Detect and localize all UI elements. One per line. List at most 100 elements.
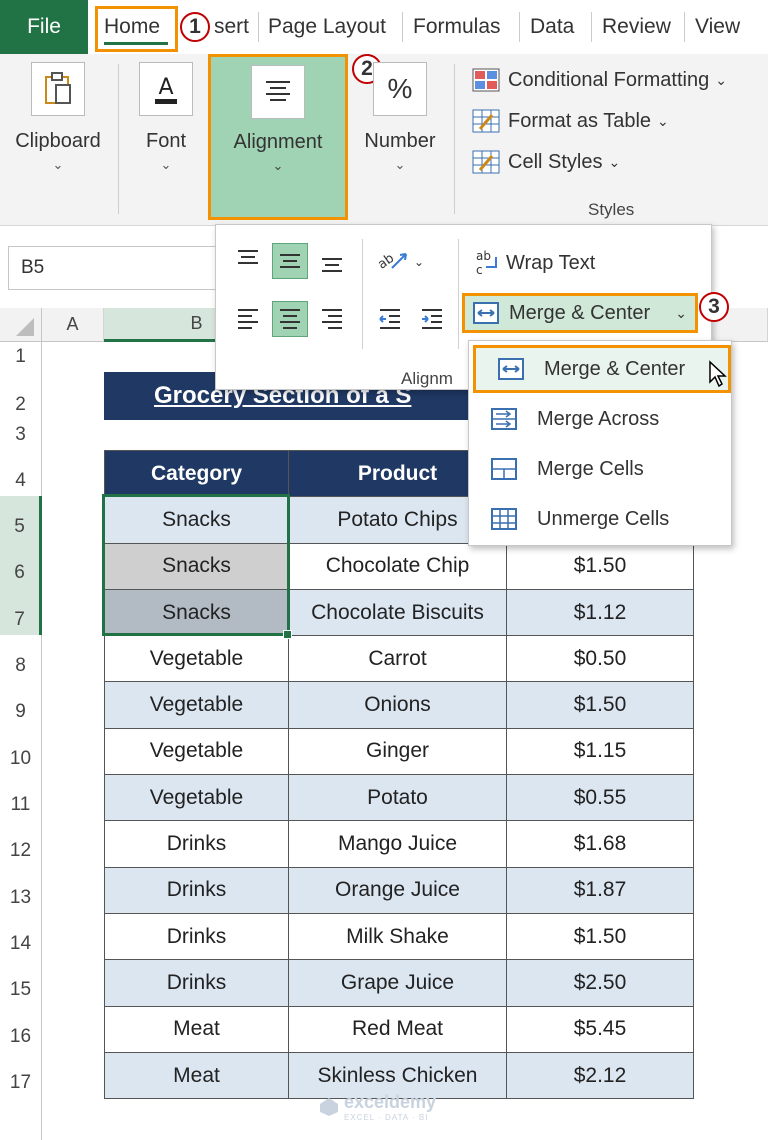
conditional-formatting-button[interactable]: Conditional Formatting ⌄ [472, 64, 727, 96]
table-cell[interactable]: Vegetable [104, 635, 289, 683]
table-cell[interactable]: Vegetable [104, 681, 289, 729]
middle-align-icon[interactable] [272, 243, 308, 279]
align-left-icon[interactable] [230, 301, 266, 337]
tab-formulas[interactable]: Formulas [413, 0, 501, 54]
row-header[interactable]: 12 [0, 820, 42, 866]
cell-styles-button[interactable]: Cell Styles ⌄ [472, 146, 620, 178]
group-separator [118, 64, 119, 214]
table-cell[interactable]: $1.12 [506, 588, 694, 637]
bottom-align-icon[interactable] [314, 243, 350, 279]
format-as-table-button[interactable]: Format as Table ⌄ [472, 105, 669, 137]
table-cell[interactable]: $1.15 [506, 727, 694, 776]
grocery-table: Category Product Snacks Potato Chips Sna… [104, 449, 694, 1100]
table-cell[interactable]: $5.45 [506, 1005, 694, 1053]
menu-item-merge-across[interactable]: Merge Across [469, 395, 733, 443]
row-header[interactable]: 7 [0, 588, 42, 635]
svg-text:ab: ab [376, 251, 397, 273]
tab-data[interactable]: Data [530, 0, 574, 54]
tab-insert[interactable]: sert [214, 0, 249, 54]
table-cell[interactable]: Mango Juice [288, 820, 507, 868]
row-header[interactable]: 6 [0, 542, 42, 588]
table-cell[interactable]: Meat [104, 1051, 289, 1100]
row-header[interactable]: 11 [0, 774, 42, 820]
row-header[interactable]: 16 [0, 1005, 42, 1052]
decrease-indent-icon[interactable] [372, 301, 408, 337]
chevron-down-icon: ⌄ [272, 158, 284, 173]
menu-item-merge-cells[interactable]: Merge Cells [469, 445, 733, 493]
alignment-group[interactable]: Alignment ⌄ [208, 54, 348, 220]
row-header[interactable]: 10 [0, 727, 42, 774]
wrap-text-button[interactable]: ab c Wrap Text [474, 249, 595, 277]
tab-file[interactable]: File [0, 0, 88, 54]
table-cell[interactable]: Drinks [104, 820, 289, 868]
align-right-icon[interactable] [314, 301, 350, 337]
table-cell[interactable]: $0.55 [506, 774, 694, 822]
font-group[interactable]: A Font ⌄ [130, 54, 202, 173]
table-cell[interactable]: Snacks [104, 588, 289, 637]
row-header[interactable]: 3 [0, 420, 42, 450]
table-cell[interactable]: $1.50 [506, 681, 694, 729]
table-cell[interactable]: $1.50 [506, 912, 694, 961]
chevron-down-icon: ⌄ [394, 157, 406, 172]
row-header[interactable]: 4 [0, 450, 42, 496]
table-cell[interactable]: Ginger [288, 727, 507, 776]
merge-center-icon [473, 302, 499, 324]
table-cell[interactable]: Onions [288, 681, 507, 729]
tab-review[interactable]: Review [602, 0, 671, 54]
table-cell[interactable]: Milk Shake [288, 912, 507, 961]
number-group[interactable]: % Number ⌄ [356, 54, 444, 173]
table-cell[interactable]: $1.87 [506, 866, 694, 914]
row-header[interactable]: 15 [0, 959, 42, 1005]
conditional-formatting-label: Conditional Formatting [508, 68, 710, 91]
format-as-table-label: Format as Table [508, 109, 652, 132]
fill-handle[interactable] [283, 630, 292, 639]
row-header[interactable]: 8 [0, 635, 42, 681]
table-cell[interactable]: Grape Juice [288, 959, 507, 1007]
table-cell[interactable]: Vegetable [104, 774, 289, 822]
table-cell[interactable]: Drinks [104, 959, 289, 1007]
top-align-icon[interactable] [230, 243, 266, 279]
table-cell[interactable]: Chocolate Biscuits [288, 588, 507, 637]
table-cell[interactable]: $0.50 [506, 635, 694, 683]
table-cell[interactable]: $1.50 [506, 542, 694, 590]
table-row: Meat Red Meat $5.45 [104, 1005, 694, 1053]
table-cell[interactable]: Snacks [104, 496, 289, 544]
exceldemy-logo-icon [320, 1098, 338, 1116]
chevron-down-icon: ⌄ [160, 157, 172, 172]
table-cell[interactable]: Carrot [288, 635, 507, 683]
row-header[interactable]: 17 [0, 1052, 42, 1098]
table-cell[interactable]: $2.50 [506, 959, 694, 1007]
clipboard-group[interactable]: Clipboard ⌄ [8, 54, 108, 173]
alignment-group-label: Alignm [401, 369, 453, 388]
select-all-corner[interactable] [0, 308, 42, 342]
increase-indent-icon[interactable] [414, 301, 450, 337]
table-cell[interactable]: Snacks [104, 542, 289, 590]
table-cell[interactable]: Potato [288, 774, 507, 822]
table-cell[interactable]: Chocolate Chip [288, 542, 507, 590]
row-header[interactable]: 2 [0, 372, 42, 420]
row-header[interactable]: 9 [0, 681, 42, 727]
row-header[interactable]: 14 [0, 913, 42, 959]
row-header[interactable]: 13 [0, 866, 42, 913]
row-header[interactable]: 5 [0, 496, 42, 542]
align-center-icon[interactable] [272, 301, 308, 337]
name-box[interactable]: B5 [8, 246, 218, 290]
header-category[interactable]: Category [104, 449, 289, 498]
tab-page-layout[interactable]: Page Layout [268, 0, 386, 54]
table-cell[interactable]: Drinks [104, 912, 289, 961]
table-cell[interactable]: Red Meat [288, 1005, 507, 1053]
menu-item-unmerge-cells[interactable]: Unmerge Cells [469, 495, 733, 543]
table-cell[interactable]: $2.12 [506, 1051, 694, 1100]
tab-separator [258, 12, 259, 42]
merge-center-dropdown-button[interactable]: Merge & Center ⌄ [462, 293, 698, 333]
column-header-a[interactable]: A [42, 308, 104, 342]
table-cell[interactable]: Meat [104, 1005, 289, 1053]
tab-view[interactable]: View [695, 0, 740, 54]
row-header[interactable]: 1 [0, 342, 42, 372]
orientation-icon[interactable]: ab ⌄ [372, 243, 428, 279]
menu-item-merge-center[interactable]: Merge & Center [473, 345, 731, 393]
table-cell[interactable]: $1.68 [506, 820, 694, 868]
table-cell[interactable]: Vegetable [104, 727, 289, 776]
table-cell[interactable]: Drinks [104, 866, 289, 914]
table-cell[interactable]: Orange Juice [288, 866, 507, 914]
